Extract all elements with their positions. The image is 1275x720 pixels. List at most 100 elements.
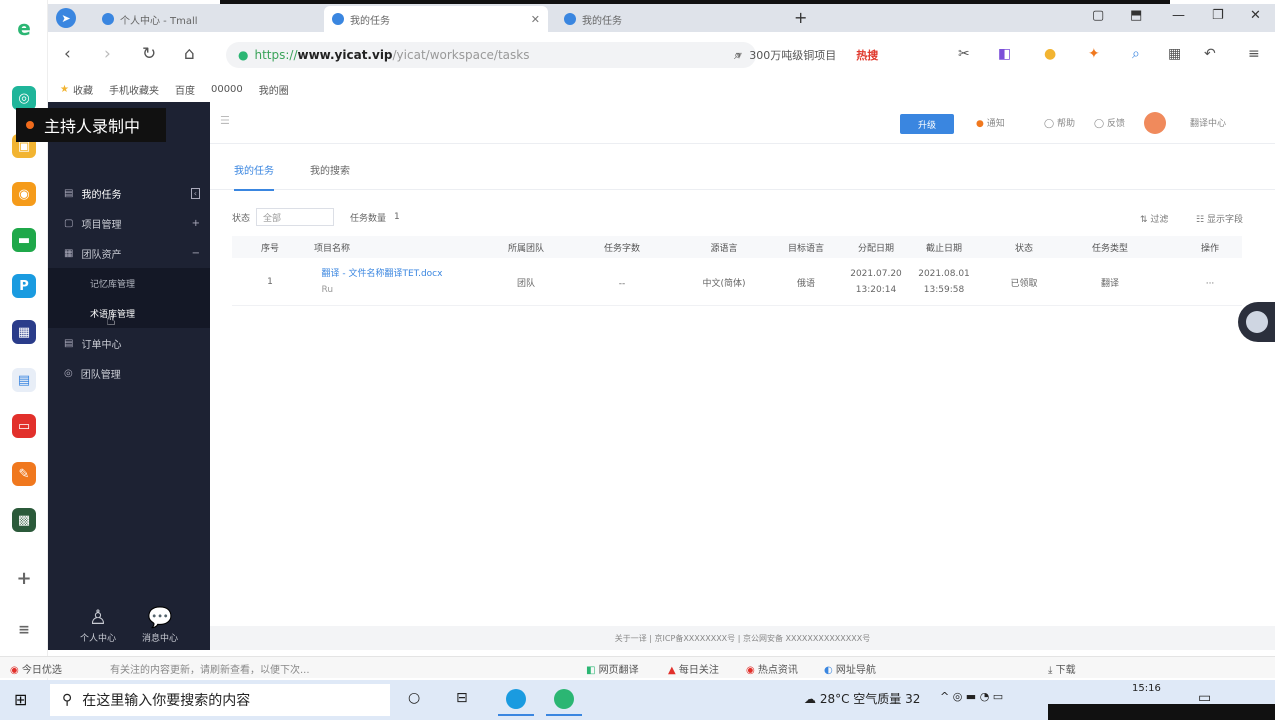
cell-project-name[interactable]: 翻译 - 文件名称翻译TET.docx Ru: [322, 266, 443, 298]
taskbar-app[interactable]: [546, 684, 582, 716]
sidebar-item-projects[interactable]: ▢ 项目管理 +: [48, 208, 210, 238]
clock[interactable]: 15:16: [1132, 683, 1161, 694]
forward-icon[interactable]: ›: [104, 44, 111, 64]
column-header: 源语言: [710, 244, 738, 254]
windows-start-icon[interactable]: ⊞: [14, 690, 27, 709]
browser-logo-icon[interactable]: e: [12, 16, 36, 40]
table-row[interactable]: 1 翻译 - 文件名称翻译TET.docx Ru 团队 -- 中文(简体) 俄语…: [232, 262, 1242, 306]
status-item[interactable]: ◐ 网址导航: [824, 661, 876, 676]
dock-app-icon[interactable]: P: [12, 274, 36, 298]
recommend-icon: ◉: [10, 665, 19, 676]
status-download[interactable]: ⤓ 下载: [1048, 661, 1076, 676]
status-item[interactable]: ◉ 热点资讯: [746, 661, 798, 676]
taskbar-search-input[interactable]: ⚲ 在这里输入你要搜索的内容: [50, 684, 390, 716]
sidebar-item-team[interactable]: ◎ 团队管理: [48, 358, 210, 388]
menu-icon[interactable]: ≡: [12, 618, 36, 642]
dock-app-icon[interactable]: ▩: [12, 508, 36, 532]
status-item[interactable]: ◧ 网页翻译: [586, 661, 639, 676]
status-news-text[interactable]: 有关注的内容更新，请刷新查看，以便下次...: [110, 661, 310, 676]
sidebar-item-orders[interactable]: ▤ 订单中心: [48, 328, 210, 358]
recording-label: 主持人录制中: [44, 117, 141, 136]
header-feedback-label: 反馈: [1106, 119, 1125, 129]
app-footer: 关于一译 | 京ICP备XXXXXXXX号 | 京公网安备 XXXXXXXXXX…: [210, 626, 1275, 650]
menu-toggle-icon[interactable]: ☰: [220, 114, 230, 127]
dock-app-icon[interactable]: ◎: [12, 86, 36, 110]
header-notify[interactable]: ● 通知: [976, 116, 1005, 129]
dock-app-icon[interactable]: ▦: [12, 320, 36, 344]
status-recommend[interactable]: ◉ 今日优选: [10, 661, 62, 676]
dock-app-icon[interactable]: ◉: [12, 182, 36, 206]
status-filter-select[interactable]: 全部: [256, 208, 335, 226]
columns-tool-button[interactable]: ☷ 显示字段: [1196, 212, 1243, 225]
sidebar-item-team-assets[interactable]: ▦ 团队资产 −: [48, 238, 210, 268]
bell-icon: ●: [976, 119, 984, 129]
status-item-label: 网页翻译: [598, 665, 639, 676]
extension-icon[interactable]: ✦: [1088, 46, 1100, 62]
scissors-icon[interactable]: ✂: [958, 46, 970, 62]
new-tab-button[interactable]: +: [794, 8, 807, 27]
tab-my-tasks[interactable]: 我的任务: [234, 162, 274, 191]
extension-icon[interactable]: ◧: [998, 46, 1011, 62]
upgrade-button[interactable]: 升级: [900, 114, 954, 134]
sidebar-subitem-memory[interactable]: 记忆库管理: [48, 268, 210, 298]
taskbar-app[interactable]: [498, 684, 534, 716]
message-center-button[interactable]: 💬 消息中心: [130, 605, 190, 644]
tab-my-search[interactable]: 我的搜索: [310, 162, 350, 177]
bookmark-item[interactable]: 百度: [175, 82, 195, 97]
status-item[interactable]: ▲ 每日关注: [668, 661, 719, 676]
column-header: 项目名称: [313, 244, 351, 254]
header-help[interactable]: ◯ 帮助: [1044, 116, 1075, 129]
browser-tab-active[interactable]: 我的任务 ✕: [324, 6, 548, 32]
header-user-menu[interactable]: 翻译中心: [1190, 116, 1226, 129]
bookmark-item[interactable]: 我的圈: [259, 82, 289, 97]
maximize-icon[interactable]: ❐: [1212, 8, 1224, 23]
pin-icon[interactable]: ⬒: [1130, 8, 1142, 23]
dock-app-icon[interactable]: ▬: [12, 228, 36, 252]
header-feedback[interactable]: ◯ 反馈: [1094, 116, 1125, 129]
dock-app-icon[interactable]: ▤: [12, 368, 36, 392]
filter-tool-button[interactable]: ⇅ 过滤: [1140, 212, 1168, 225]
url-field[interactable]: ● https:// www.yicat.vip /yicat/workspac…: [226, 42, 756, 68]
undo-icon[interactable]: ↶: [1204, 46, 1216, 62]
bookmark-item[interactable]: 00000: [211, 84, 243, 95]
minimize-icon[interactable]: —: [1172, 8, 1185, 23]
translate-icon: ◧: [586, 665, 596, 676]
bookmark-item[interactable]: 手机收藏夹: [109, 82, 159, 97]
personal-center-button[interactable]: ♙ 个人中心: [68, 605, 128, 644]
task-view-icon[interactable]: ○: [408, 690, 420, 706]
close-tab-icon[interactable]: ✕: [531, 13, 540, 26]
apps-grid-icon[interactable]: ▦: [1168, 46, 1181, 62]
browser-search[interactable]: ⌕ 300万吨级铜项目 热搜: [734, 42, 974, 68]
avatar[interactable]: [1144, 112, 1166, 134]
home-icon[interactable]: ⌂: [184, 44, 195, 64]
floating-assistant-button[interactable]: [1238, 302, 1275, 342]
menu-icon[interactable]: ≡: [1248, 46, 1260, 62]
task-count-label: 任务数量: [350, 213, 387, 224]
tab-label: 我的任务: [350, 15, 390, 27]
close-window-icon[interactable]: ✕: [1250, 8, 1261, 23]
sidebar-item-label: 订单中心: [81, 339, 122, 351]
sidebar-item-my-tasks[interactable]: ▤ 我的任务 ‹: [48, 178, 210, 208]
dock-app-icon[interactable]: ✎: [12, 462, 36, 486]
widgets-icon[interactable]: ⊟: [456, 690, 468, 706]
tab-favicon-icon: [564, 13, 576, 25]
column-header: 任务字数: [603, 244, 641, 254]
collapse-icon[interactable]: ‹: [190, 187, 200, 199]
browser-tab[interactable]: 个人中心 - Tmall: [94, 6, 316, 32]
tab-list-icon[interactable]: ▢: [1092, 8, 1104, 23]
reload-icon[interactable]: ↻: [142, 44, 156, 64]
find-icon[interactable]: ⌕: [1132, 46, 1140, 62]
add-icon[interactable]: +: [12, 566, 36, 590]
bookmark-item[interactable]: 收藏: [73, 82, 93, 97]
column-header: 截止日期: [925, 244, 963, 254]
assign-time: 13:20:14: [855, 285, 897, 295]
row-action-menu[interactable]: ···: [1206, 276, 1215, 292]
system-tray[interactable]: ^ ◎ ▬ ◔ ▭: [940, 690, 1003, 703]
browser-tab[interactable]: 我的任务: [556, 6, 780, 32]
extension-icon[interactable]: ●: [1044, 46, 1056, 62]
navigation-icon[interactable]: ➤: [56, 8, 76, 28]
weather-widget[interactable]: ☁ 28°C 空气质量 32: [804, 690, 920, 707]
sidebar-subitem-terms[interactable]: 术语库管理 ☝: [48, 298, 210, 329]
dock-app-icon[interactable]: ▭: [12, 414, 36, 438]
back-icon[interactable]: ‹: [64, 44, 71, 64]
